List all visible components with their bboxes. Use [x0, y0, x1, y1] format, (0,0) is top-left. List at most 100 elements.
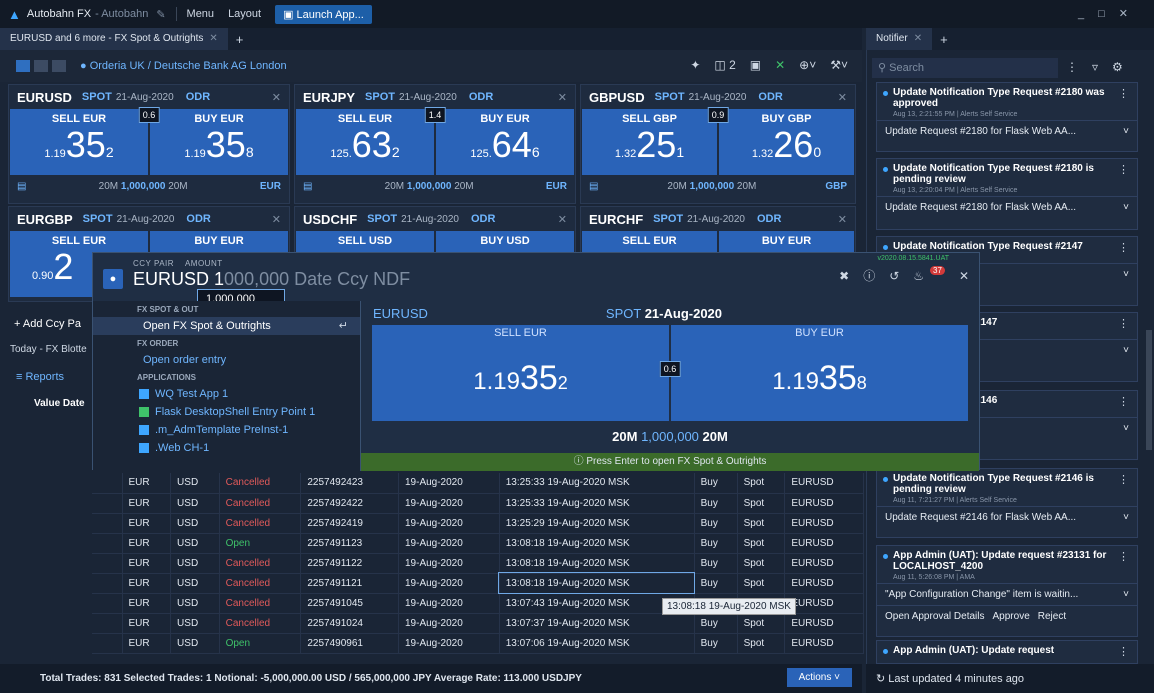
clear-icon[interactable]: ✖	[839, 269, 849, 283]
more-icon[interactable]: ⋮	[1118, 645, 1129, 658]
chevron-down-icon[interactable]: ˅	[1123, 202, 1129, 213]
sell-button[interactable]: SELL EUR 125.632	[296, 109, 434, 175]
notification-card[interactable]: Update Notification Type Request #2180 w…	[876, 82, 1138, 152]
pair-label[interactable]: EURCHF	[589, 212, 643, 227]
close-icon[interactable]: ✕	[959, 269, 969, 283]
sell-button[interactable]: SELL EUR 1.19352	[10, 109, 148, 175]
layout-button[interactable]: Layout	[228, 8, 261, 20]
table-row[interactable]: EUR USD Cancelled 2257492419 19-Aug-2020 13:2…	[92, 513, 864, 534]
more-icon[interactable]: ⋮	[1118, 473, 1129, 486]
sell-button[interactable]: SELL USD	[296, 231, 434, 253]
launcher-input[interactable]: EURUSD 1000,000 Date Ccy NDF	[133, 269, 410, 290]
calendar-icon[interactable]: ▤	[589, 181, 598, 192]
add-ccy-pair-button[interactable]: + Add Ccy Pa	[14, 318, 81, 330]
action-link[interactable]: Reject	[1038, 611, 1066, 622]
tile-usdchf[interactable]: USDCHF SPOT 21-Aug-2020 ODR ✕ SELL USD BUY US…	[294, 206, 576, 254]
calendar-icon[interactable]: ▤	[17, 181, 26, 192]
history-icon[interactable]: ↺	[889, 269, 899, 283]
close-icon[interactable]: ✕	[558, 91, 567, 104]
sell-button[interactable]: SELL GBP 1.32251	[582, 109, 717, 175]
add-tab-icon[interactable]: +	[236, 32, 244, 47]
column-header-value-date[interactable]: Value Date	[34, 398, 85, 409]
odr-button[interactable]: ODR	[758, 91, 782, 103]
result-app[interactable]: WQ Test App 1	[93, 385, 360, 403]
more-icon[interactable]: ⋮	[1118, 87, 1129, 100]
chevron-down-icon[interactable]: ˅	[1123, 269, 1129, 280]
scrollbar[interactable]	[1146, 330, 1152, 450]
filter-icon[interactable]: ▿	[1092, 60, 1098, 74]
reports-button[interactable]: ≡ Reports	[16, 371, 64, 383]
notification-card[interactable]: App Admin (UAT): Update request ⋮	[876, 640, 1138, 664]
preview-sell-button[interactable]: SELL EUR 1.19352	[372, 325, 669, 421]
table-row[interactable]: EUR USD Open 2257491123 19-Aug-2020 13:08:18 …	[92, 533, 864, 554]
notification-body[interactable]: Update Request #2180 for Flask Web AA...…	[877, 120, 1137, 142]
chevron-down-icon[interactable]: ˅	[1123, 423, 1129, 434]
ccy-toggle[interactable]: EUR	[546, 181, 567, 192]
buy-button[interactable]: BUY EUR 125.646	[436, 109, 574, 175]
add-tab-icon[interactable]: +	[940, 32, 948, 47]
amount[interactable]: 20M 1,000,000 20M	[667, 181, 756, 192]
table-row[interactable]: EUR USD Open 2257490961 19-Aug-2020 13:07:06 …	[92, 633, 864, 654]
edit-icon[interactable]: ✎	[156, 8, 165, 21]
pair-label[interactable]: GBPUSD	[589, 90, 645, 105]
close-icon[interactable]: ✕	[558, 213, 567, 226]
buy-button[interactable]: BUY EUR 1.19358	[150, 109, 288, 175]
view-split-icon[interactable]	[34, 60, 48, 72]
orders-icon[interactable]: ◫ 2	[714, 58, 735, 72]
more-icon[interactable]: ⋮	[1066, 60, 1078, 74]
table-row[interactable]: EUR USD Cancelled 2257491122 19-Aug-2020 13:0…	[92, 553, 864, 574]
more-icon[interactable]: ⋮	[1118, 395, 1129, 408]
more-icon[interactable]: ⋮	[1118, 550, 1129, 563]
pair-label[interactable]: EURJPY	[303, 90, 355, 105]
window-controls[interactable]: _□✕	[1078, 7, 1142, 20]
tile-eurusd[interactable]: EURUSD SPOT 21-Aug-2020 ODR ✕ SELL EUR 1.1935…	[8, 84, 290, 204]
zoom-icon[interactable]: ⊕˅	[799, 58, 816, 72]
close-icon[interactable]: ✕	[272, 213, 281, 226]
action-link[interactable]: Open Approval Details	[885, 611, 985, 622]
gear-icon[interactable]: ⚙	[1112, 60, 1123, 74]
result-app[interactable]: .Web CH-1	[93, 439, 360, 457]
view-list-icon[interactable]	[52, 60, 66, 72]
notification-card[interactable]: Update Notification Type Request #2180 i…	[876, 158, 1138, 230]
notification-body[interactable]: "App Configuration Change" item is waiti…	[877, 583, 1137, 605]
table-row[interactable]: EUR USD Cancelled 2257492423 19-Aug-2020 13:2…	[92, 473, 864, 494]
odr-button[interactable]: ODR	[469, 91, 493, 103]
notification-body[interactable]: Update Request #2180 for Flask Web AA...…	[877, 196, 1137, 218]
amount[interactable]: 20M 1,000,000 20M	[99, 181, 188, 192]
sell-button[interactable]: SELL EUR	[582, 231, 717, 253]
bell-icon[interactable]: ♨	[913, 269, 924, 283]
settings-icon[interactable]: ⚒˅	[830, 58, 848, 72]
notification-card[interactable]: App Admin (UAT): Update request #23131 f…	[876, 545, 1138, 637]
tile-eurchf[interactable]: EURCHF SPOT 21-Aug-2020 ODR ✕ SELL EUR BUY EU…	[580, 206, 856, 254]
more-icon[interactable]: ⋮	[1118, 241, 1129, 254]
result-app[interactable]: .m_AdmTemplate PreInst-1	[93, 421, 360, 439]
close-icon[interactable]: ✕	[838, 91, 847, 104]
odr-button[interactable]: ODR	[186, 213, 210, 225]
table-row[interactable]: EUR USD Cancelled 2257491121 19-Aug-2020 13:0…	[92, 572, 864, 594]
close-icon[interactable]: ✕	[209, 33, 217, 44]
excel-icon[interactable]: ✕	[775, 58, 785, 72]
pin-icon[interactable]: ✦	[690, 58, 700, 72]
actions-button[interactable]: Actions ˅	[786, 668, 852, 687]
refresh-icon[interactable]: ↻	[876, 673, 888, 685]
calendar-icon[interactable]: ▤	[303, 181, 312, 192]
org-selector[interactable]: ● Orderia UK / Deutsche Bank AG London	[80, 60, 287, 72]
lock-icon[interactable]: ▣	[750, 58, 761, 72]
close-icon[interactable]: ✕	[914, 33, 922, 44]
table-row[interactable]: EUR USD Cancelled 2257491024 19-Aug-2020 13:0…	[92, 613, 864, 634]
pair-label[interactable]: USDCHF	[303, 212, 357, 227]
odr-button[interactable]: ODR	[757, 213, 781, 225]
chevron-down-icon[interactable]: ˅	[1123, 345, 1129, 356]
result-open-order-entry[interactable]: Open order entry	[93, 351, 360, 369]
odr-button[interactable]: ODR	[471, 213, 495, 225]
launch-app-button[interactable]: ▣ Launch App...	[275, 4, 372, 24]
table-row[interactable]: EUR USD Cancelled 2257492422 19-Aug-2020 13:2…	[92, 493, 864, 514]
more-icon[interactable]: ⋮	[1118, 317, 1129, 330]
action-link[interactable]: Approve	[993, 611, 1030, 622]
buy-button[interactable]: BUY USD	[436, 231, 574, 253]
view-grid-icon[interactable]	[16, 60, 30, 72]
buy-button[interactable]: BUY EUR	[719, 231, 854, 253]
tab-notifier[interactable]: Notifier ✕	[866, 28, 933, 50]
notification-body[interactable]: Update Request #2146 for Flask Web AA...…	[877, 506, 1137, 528]
ccy-toggle[interactable]: GBP	[825, 181, 847, 192]
